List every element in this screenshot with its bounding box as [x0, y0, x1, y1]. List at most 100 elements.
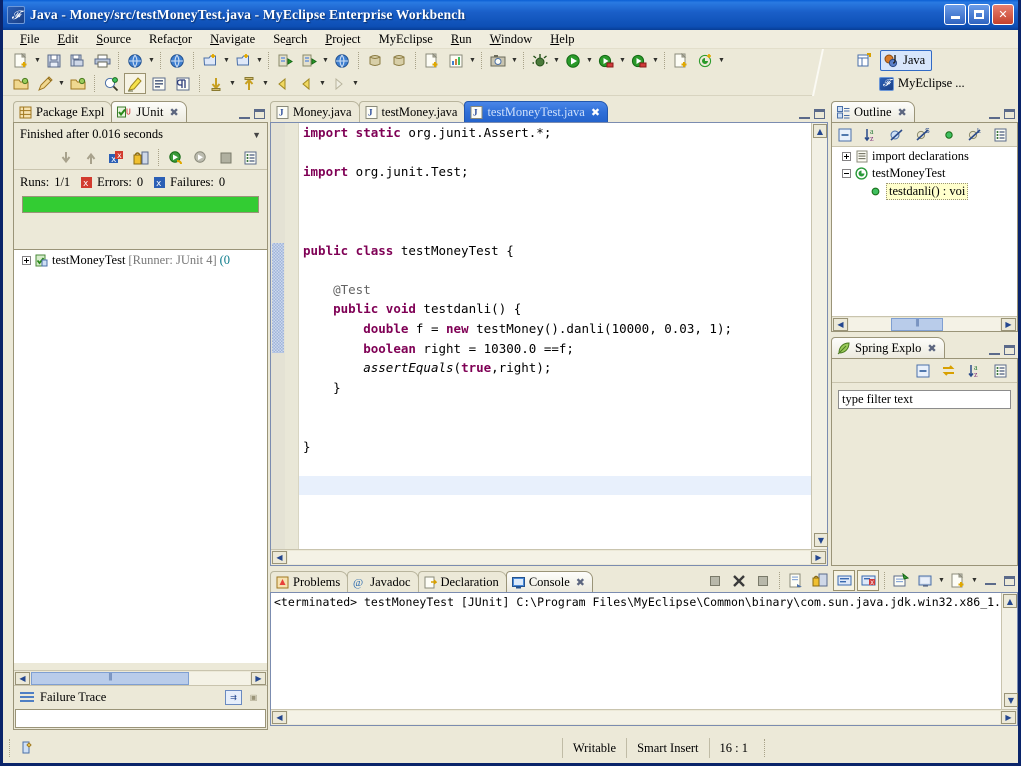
minimize-icon[interactable]	[989, 110, 1000, 119]
junit-hscrollbar[interactable]: ◀ ▶	[14, 670, 267, 685]
chevron-down-icon[interactable]: ▼	[651, 50, 660, 71]
menu-source[interactable]: Source	[87, 31, 140, 48]
perspective-myeclipse[interactable]: 𝓕 MyEclipse ...	[876, 73, 971, 94]
close-icon[interactable]: ✖	[898, 106, 907, 119]
menu-myeclipse[interactable]: MyEclipse	[370, 31, 442, 48]
block-select-button[interactable]	[148, 73, 170, 94]
display-selected-console-button[interactable]: x	[857, 570, 879, 591]
code-line[interactable]: @Test	[299, 280, 811, 300]
editor-tab-testmoneytest-java[interactable]: JtestMoneyTest.java ✖	[464, 101, 609, 122]
chevron-down-icon[interactable]: ▼	[255, 50, 264, 71]
save-button[interactable]	[43, 50, 65, 71]
code-line[interactable]: public void testdanli() {	[299, 299, 811, 319]
editor-tab-testmoney-java[interactable]: JtestMoney.java	[358, 101, 466, 122]
collapse-all-button[interactable]	[834, 124, 856, 145]
close-icon[interactable]: ✖	[591, 106, 600, 119]
code-line[interactable]: }	[299, 437, 811, 457]
chevron-down-icon[interactable]: ▼	[222, 50, 231, 71]
run-server-button[interactable]	[298, 50, 320, 71]
expander-icon[interactable]	[842, 152, 851, 161]
open-perspective-icon[interactable]	[854, 50, 876, 71]
code-line[interactable]	[299, 260, 811, 280]
chevron-down-icon[interactable]: ▼	[57, 73, 66, 94]
clear-trace-icon[interactable]: ▣	[245, 690, 262, 705]
outline-item[interactable]: testdanli() : voi	[832, 181, 1017, 200]
prev-failure-button[interactable]	[80, 147, 102, 168]
scroll-track[interactable]	[288, 551, 810, 564]
remove-launch-button[interactable]	[728, 570, 750, 591]
failure-trace-body[interactable]	[15, 709, 266, 728]
scroll-thumb[interactable]	[891, 317, 943, 331]
editor-hscrollbar[interactable]: ◀ ▶	[271, 549, 827, 565]
console-tab-console[interactable]: Console ✖	[505, 571, 594, 592]
scroll-track[interactable]	[849, 317, 1000, 331]
code-line[interactable]	[299, 475, 811, 496]
collapse-all-button[interactable]	[912, 360, 934, 381]
code-line[interactable]: import org.junit.Test;	[299, 162, 811, 182]
next-annotation-button[interactable]	[205, 73, 227, 94]
console-vscrollbar[interactable]: ▲ ▼	[1001, 593, 1018, 709]
code-line[interactable]	[299, 397, 811, 417]
scroll-left-icon[interactable]: ◀	[15, 671, 30, 685]
rerun-failed-button[interactable]	[190, 147, 212, 168]
remove-all-terminated-button[interactable]	[752, 570, 774, 591]
scroll-up-icon[interactable]: ▲	[813, 124, 827, 138]
code-line[interactable]: assertEquals(true,right);	[299, 358, 811, 378]
chevron-down-icon[interactable]: ▼	[318, 73, 327, 94]
pencil-button[interactable]	[34, 73, 56, 94]
rerun-test-button[interactable]	[165, 147, 187, 168]
hide-nonpublic-button[interactable]	[938, 124, 960, 145]
menu-run[interactable]: Run	[442, 31, 481, 48]
scroll-left-icon[interactable]: ◀	[833, 317, 848, 331]
debug-button[interactable]	[529, 50, 551, 71]
chevron-down-icon[interactable]: ▼	[147, 50, 156, 71]
scroll-right-icon[interactable]: ▶	[1001, 711, 1016, 724]
tab-package-explorer[interactable]: Package Expl	[13, 101, 113, 122]
globe-button[interactable]	[331, 50, 353, 71]
forward-back-button[interactable]	[295, 73, 317, 94]
open-resource-button[interactable]	[67, 73, 89, 94]
report-button[interactable]	[445, 50, 467, 71]
maximize-icon[interactable]	[1004, 109, 1015, 119]
report-new-button[interactable]	[421, 50, 443, 71]
code-line[interactable]: boolean right = 10300.0 ==f;	[299, 339, 811, 359]
back-button[interactable]	[271, 73, 293, 94]
db-browser-button[interactable]	[364, 50, 386, 71]
chevron-down-icon[interactable]: ▼	[717, 50, 726, 71]
show-failures-only-button[interactable]: xx	[105, 147, 127, 168]
link-editor-button[interactable]	[938, 360, 960, 381]
console-hscrollbar[interactable]: ◀ ▶	[271, 709, 1017, 725]
code-line[interactable]: }	[299, 378, 811, 398]
new-java-project-button[interactable]	[199, 50, 221, 71]
maximize-icon[interactable]	[1004, 575, 1015, 586]
print-button[interactable]	[91, 50, 113, 71]
highlight-button[interactable]	[124, 73, 146, 94]
lock-scroll-button[interactable]	[130, 147, 152, 168]
outline-item[interactable]: import declarations	[832, 147, 1017, 164]
scroll-right-icon[interactable]: ▶	[811, 551, 826, 564]
forward-button[interactable]	[328, 73, 350, 94]
scroll-thumb[interactable]	[31, 671, 189, 685]
view-menu-button[interactable]	[990, 360, 1012, 381]
perspective-java[interactable]: Java	[880, 50, 933, 71]
editor-gutter[interactable]	[285, 123, 299, 565]
chevron-down-icon[interactable]: ▼	[937, 570, 946, 591]
console-output[interactable]: <terminated> testMoneyTest [JUnit] C:\Pr…	[271, 593, 1017, 611]
code-editor[interactable]: import static org.junit.Assert.*; import…	[299, 123, 811, 549]
code-line[interactable]	[299, 417, 811, 437]
close-icon[interactable]: ✖	[576, 576, 585, 589]
db-refresh-button[interactable]	[388, 50, 410, 71]
menu-file[interactable]: File	[11, 31, 48, 48]
tab-spring-explorer[interactable]: Spring Explo ✖	[831, 337, 945, 358]
list-item[interactable]: testMoneyTest [Runner: JUnit 4] (0	[14, 250, 267, 268]
view-menu-button[interactable]	[990, 124, 1012, 145]
prev-annotation-button[interactable]	[238, 73, 260, 94]
new-annotation-button[interactable]	[694, 50, 716, 71]
scroll-up-icon[interactable]: ▲	[1003, 594, 1017, 608]
menu-search[interactable]: Search	[264, 31, 316, 48]
console-display-button[interactable]	[914, 570, 936, 591]
editor-tab-money-java[interactable]: J Money.java	[270, 101, 360, 122]
run-last-button[interactable]	[628, 50, 650, 71]
open-type-button[interactable]	[232, 50, 254, 71]
stop-button[interactable]	[215, 147, 237, 168]
